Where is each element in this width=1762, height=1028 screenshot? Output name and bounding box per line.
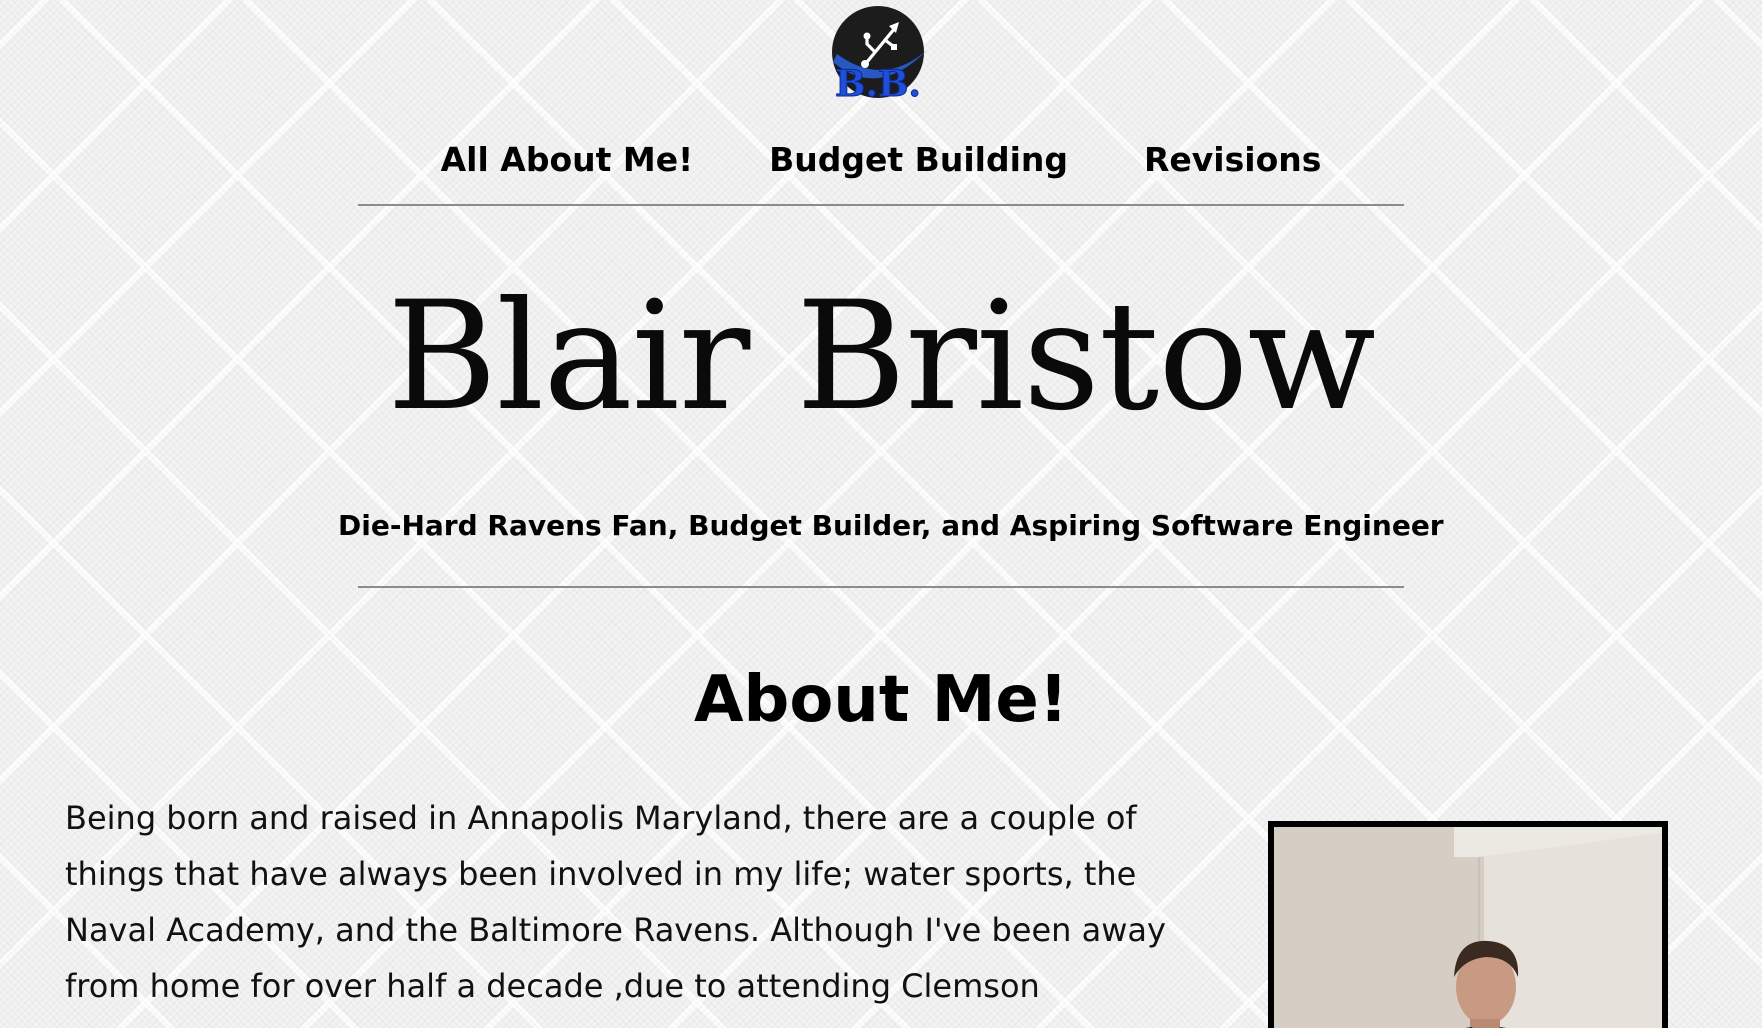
site-logo[interactable]: B.B. bbox=[823, 4, 933, 102]
usb-icon: B.B. bbox=[832, 6, 927, 102]
about-paragraph: Being born and raised in Annapolis Maryl… bbox=[65, 799, 1166, 1005]
nav-link-all-about-me[interactable]: All About Me! bbox=[441, 140, 694, 179]
header-divider bbox=[358, 586, 1404, 588]
nav-link-budget-building[interactable]: Budget Building bbox=[769, 140, 1068, 179]
main-nav: All About Me! Budget Building Revisions bbox=[358, 130, 1404, 188]
profile-photo bbox=[1268, 821, 1668, 1028]
logo-text: B.B. bbox=[835, 63, 921, 102]
about-heading: About Me! bbox=[693, 663, 1069, 737]
portrait-photo bbox=[1274, 827, 1662, 1028]
nav-divider bbox=[358, 204, 1404, 206]
site-title: Blair Bristow bbox=[387, 270, 1376, 444]
nav-link-revisions[interactable]: Revisions bbox=[1144, 140, 1321, 179]
tagline: Die-Hard Ravens Fan, Budget Builder, and… bbox=[338, 509, 1444, 542]
